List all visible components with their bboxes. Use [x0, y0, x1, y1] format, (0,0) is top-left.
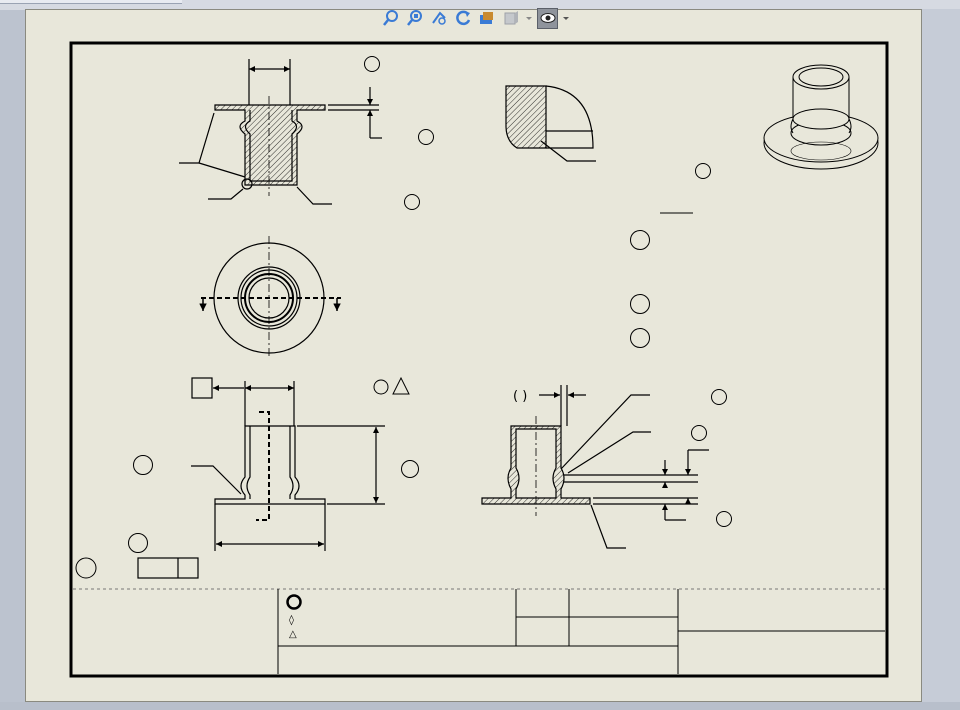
- top-view[interactable]: [199, 236, 341, 358]
- title-symbol-triangle: △: [289, 629, 297, 640]
- view-orientation-button[interactable]: [500, 8, 521, 29]
- zoom-to-area-button[interactable]: [404, 8, 425, 29]
- previous-view-icon: [431, 11, 446, 25]
- dropdown-arrow-icon: [526, 17, 532, 20]
- bottom-status-bar: [0, 702, 960, 710]
- hide-show-items-button[interactable]: [537, 7, 558, 29]
- hide-show-items-icon: [540, 13, 555, 23]
- section-view-bottom-right[interactable]: [481, 385, 709, 549]
- zoom-to-area-icon: [406, 10, 422, 26]
- zoom-to-fit-button[interactable]: [380, 8, 401, 29]
- rotate-view-icon: [455, 10, 470, 26]
- view-toolbar: [380, 6, 571, 30]
- balloon-markers: [75, 56, 732, 579]
- front-view-bottom-left[interactable]: [137, 377, 385, 579]
- pan-view-icon: [479, 12, 493, 24]
- title-block[interactable]: [73, 588, 885, 674]
- zoom-to-fit-icon: [382, 10, 398, 26]
- drawing-canvas: ( ) ◊ △: [69, 41, 889, 678]
- right-panel: [922, 9, 960, 702]
- dimension-parentheses: ( ): [513, 389, 527, 404]
- view-orientation-dropdown[interactable]: [524, 8, 534, 29]
- section-view-top-left[interactable]: [179, 59, 382, 205]
- document-tab[interactable]: [0, 0, 182, 4]
- detail-view[interactable]: [505, 85, 596, 162]
- hide-show-items-dropdown[interactable]: [561, 8, 571, 29]
- drawing-sheet[interactable]: ( ) ◊ △: [25, 9, 922, 702]
- solidworks-drawing-window: ( ) ◊ △: [0, 0, 960, 710]
- rotate-view-button[interactable]: [452, 8, 473, 29]
- title-symbol-diamond: ◊: [289, 614, 294, 626]
- pan-view-button[interactable]: [476, 8, 497, 29]
- previous-view-button[interactable]: [428, 8, 449, 29]
- view-orientation-icon: [504, 11, 518, 25]
- isometric-view[interactable]: [763, 64, 879, 170]
- dropdown-arrow-icon: [563, 17, 569, 20]
